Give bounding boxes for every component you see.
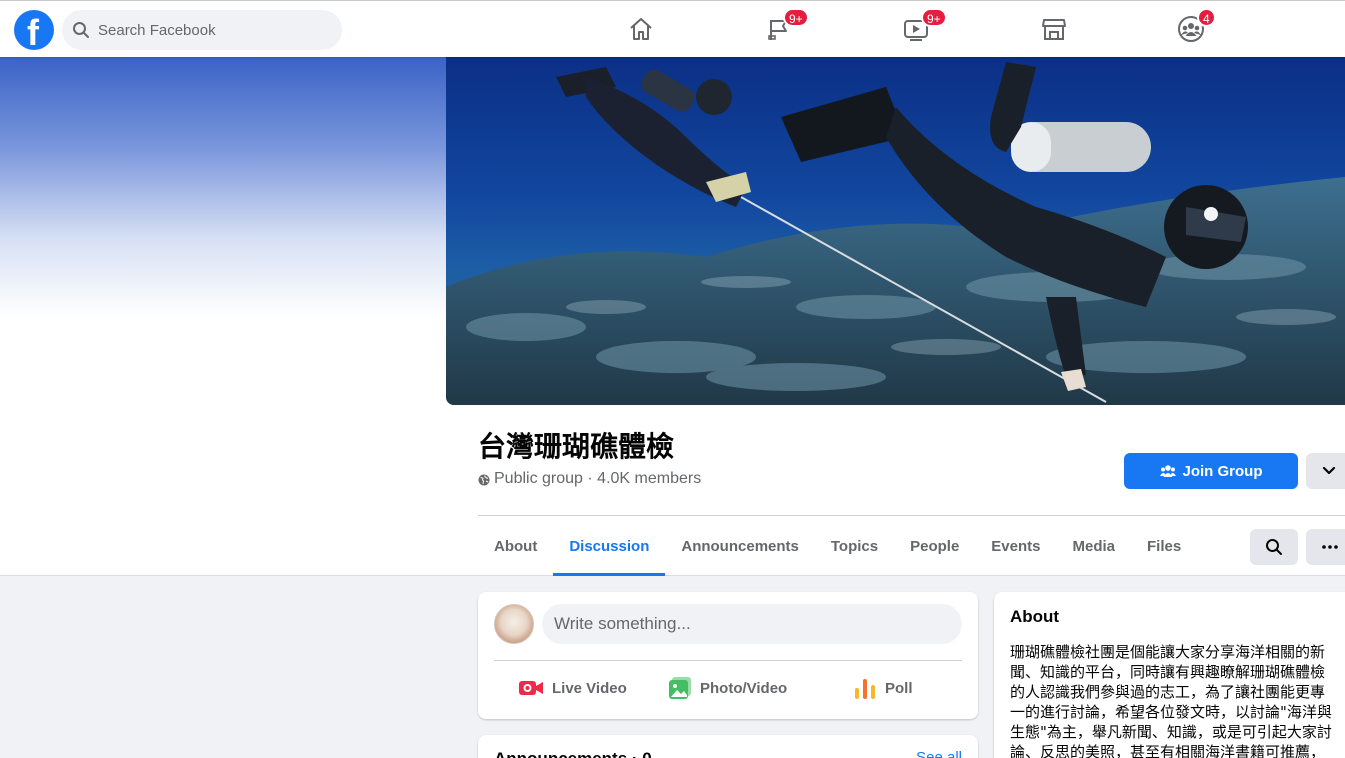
search-input[interactable] (98, 10, 328, 50)
post-composer: Live Video Photo/Video Poll (478, 592, 978, 719)
tab-media[interactable]: Media (1057, 516, 1132, 576)
nav-pages[interactable]: 9+ (723, 2, 835, 56)
cover-backdrop (0, 57, 446, 317)
write-post-input[interactable] (542, 604, 962, 644)
join-group-label: Join Group (1182, 462, 1263, 480)
privacy-and-member-count: Public group · 4.0K members (494, 470, 702, 487)
more-dots-icon (1322, 545, 1338, 549)
group-search-button[interactable] (1250, 529, 1298, 565)
photo-video-label: Photo/Video (700, 679, 788, 697)
tab-discussion[interactable]: Discussion (553, 516, 666, 576)
join-group-icon (1159, 465, 1176, 477)
group-meta: Public group · 4.0K members (478, 470, 701, 488)
search-icon (1266, 539, 1282, 555)
live-video-button[interactable]: Live Video (518, 672, 627, 704)
group-tabs: About Discussion Announcements Topics Pe… (478, 516, 1197, 576)
about-card: About 珊瑚礁體檢社團是個能讓大家分享海洋相關的新聞、知識的平台，同時讓有興… (994, 592, 1345, 758)
search-box[interactable] (62, 10, 342, 50)
groups-notification-badge: 4 (1197, 8, 1216, 27)
about-title: About (1010, 607, 1060, 626)
chevron-down-icon (1322, 466, 1336, 475)
tab-topics[interactable]: Topics (815, 516, 894, 576)
cover-photo-divers-image (446, 62, 1345, 405)
user-avatar[interactable] (494, 604, 534, 644)
cover-photo[interactable] (446, 57, 1345, 405)
announcements-title: Announcements · 0 (494, 749, 652, 758)
pages-notification-badge: 9+ (783, 8, 809, 27)
nav-home[interactable] (585, 2, 697, 56)
search-icon (73, 22, 89, 38)
marketplace-icon (1042, 19, 1066, 40)
logo-letter: f (27, 12, 39, 53)
group-name: 台灣珊瑚礁體檢 (478, 431, 675, 462)
globe-icon (478, 474, 490, 486)
live-video-icon (519, 681, 543, 695)
photo-video-button[interactable]: Photo/Video (668, 672, 787, 704)
group-options-dropdown[interactable] (1306, 453, 1345, 489)
group-more-button[interactable] (1306, 529, 1345, 565)
announcements-card: Announcements · 0 See all (478, 735, 978, 758)
tab-about[interactable]: About (478, 516, 553, 576)
home-icon (630, 18, 652, 40)
nav-watch[interactable]: 9+ (860, 2, 972, 56)
join-group-button[interactable]: Join Group (1124, 453, 1298, 489)
tab-events[interactable]: Events (975, 516, 1056, 576)
nav-groups[interactable]: 4 (1135, 2, 1247, 56)
tab-files[interactable]: Files (1131, 516, 1197, 576)
top-navigation-bar: f 9+ 9+ 4 (0, 0, 1345, 57)
photo-icon (669, 677, 691, 699)
nav-marketplace[interactable] (998, 2, 1110, 56)
see-all-link[interactable]: See all (916, 749, 962, 758)
tab-announcements[interactable]: Announcements (665, 516, 815, 576)
poll-label: Poll (885, 679, 913, 697)
about-description: 珊瑚礁體檢社團是個能讓大家分享海洋相關的新聞、知識的平台，同時讓有興趣瞭解珊瑚礁… (1010, 643, 1332, 758)
tab-people[interactable]: People (894, 516, 975, 576)
live-video-label: Live Video (552, 679, 627, 697)
watch-notification-badge: 9+ (921, 8, 947, 27)
poll-button[interactable]: Poll (853, 672, 913, 704)
group-header: 台灣珊瑚礁體檢 Public group · 4.0K members Join… (0, 57, 1345, 576)
composer-divider (494, 660, 962, 661)
poll-icon (855, 679, 875, 699)
facebook-logo-icon[interactable]: f (14, 10, 54, 53)
